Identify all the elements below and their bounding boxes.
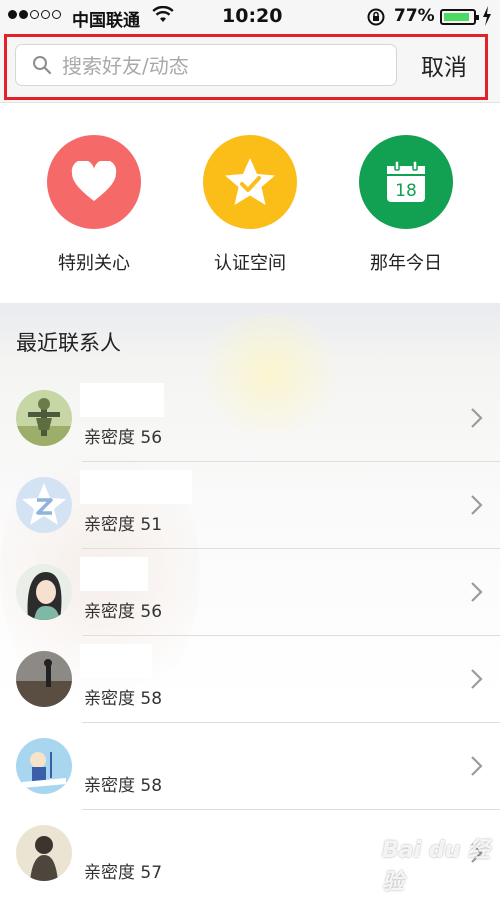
contact-row[interactable]: 亲密度 51 <box>0 462 500 549</box>
intimacy-label: 亲密度 51 <box>84 515 163 535</box>
carrier-name: 中国联通 <box>72 11 140 31</box>
chevron-right-icon <box>471 669 483 689</box>
intimacy-label: 亲密度 56 <box>84 602 163 622</box>
on-this-day-entry[interactable]: 18 那年今日 <box>346 135 466 275</box>
anime-girl-avatar <box>16 564 72 620</box>
heart-icon <box>47 135 141 229</box>
contact-row[interactable]: 亲密度 58 <box>0 636 500 723</box>
intimacy-label: 亲密度 56 <box>84 428 163 448</box>
on-this-day-label: 那年今日 <box>370 253 442 274</box>
rotation-lock-icon <box>366 7 386 32</box>
contact-row[interactable]: 亲密度 56 <box>0 375 500 462</box>
contact-row[interactable]: 亲密度 58 <box>0 723 500 810</box>
chevron-right-icon <box>471 756 483 776</box>
contact-name-hidden <box>80 644 152 678</box>
verified-space-label: 认证空间 <box>214 253 286 274</box>
chevron-right-icon <box>471 495 483 515</box>
beach-silhouette-avatar <box>16 651 72 707</box>
special-care-label: 特别关心 <box>58 253 130 274</box>
contact-name-hidden <box>80 557 148 591</box>
special-care-entry[interactable]: 特别关心 <box>34 135 154 275</box>
contact-name-hidden <box>80 818 164 852</box>
charging-icon <box>482 6 492 31</box>
recent-contacts-title: 最近联系人 <box>16 331 121 355</box>
watermark: Bai du 经验 <box>382 838 490 895</box>
chevron-right-icon <box>471 582 483 602</box>
intimacy-label: 亲密度 58 <box>84 689 163 709</box>
wifi-icon <box>152 5 174 29</box>
contact-row[interactable]: 亲密度 56 <box>0 549 500 636</box>
clock: 10:20 <box>222 5 283 27</box>
recent-contacts-section: 最近联系人 亲密度 56 亲密度 51 亲密度 56 亲密度 58 亲密度 58… <box>0 303 500 888</box>
star-check-icon <box>203 135 297 229</box>
signal-strength-icon <box>8 10 61 19</box>
intimacy-label: 亲密度 57 <box>84 863 163 883</box>
search-highlight-box <box>4 34 488 100</box>
contact-name-hidden <box>80 470 192 504</box>
contact-name-hidden <box>80 383 164 417</box>
contact-name-hidden <box>80 731 164 765</box>
battery-percent: 77% <box>394 6 435 26</box>
ink-figure-avatar <box>16 825 72 881</box>
calendar-day-text: 18 <box>395 181 417 201</box>
intimacy-label: 亲密度 58 <box>84 776 163 796</box>
search-bar: 取消 <box>0 34 500 103</box>
cartoon-kid-avatar <box>16 738 72 794</box>
status-bar: 中国联通 10:20 77% <box>0 0 500 34</box>
quick-entries: 特别关心 认证空间 18 那年今日 <box>0 103 500 303</box>
verified-space-entry[interactable]: 认证空间 <box>190 135 310 275</box>
chevron-right-icon <box>471 408 483 428</box>
calendar-icon: 18 <box>359 135 453 229</box>
scarecrow-avatar <box>16 390 72 446</box>
battery-icon <box>440 9 479 25</box>
qzone-star-avatar <box>16 477 72 533</box>
